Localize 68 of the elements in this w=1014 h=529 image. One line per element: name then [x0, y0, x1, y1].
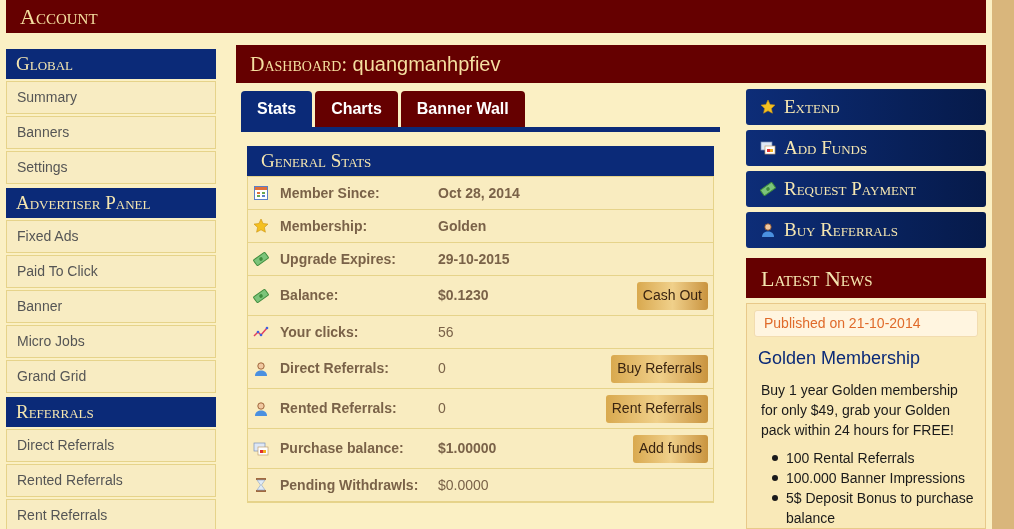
stat-value: 29-10-2015 [438, 249, 510, 269]
stat-label: Pending Withdrawls: [280, 475, 420, 495]
star-icon [760, 99, 776, 115]
sidebar-item[interactable]: Direct Referrals [6, 429, 216, 462]
side-action-button[interactable]: Request Payment [746, 171, 986, 207]
page-title: Account [20, 3, 98, 31]
sidebar-item[interactable]: Banners [6, 116, 216, 149]
news-headline: Golden Membership [757, 347, 922, 370]
sidebar-item[interactable]: Summary [6, 81, 216, 114]
news-heading: Latest News [746, 258, 986, 298]
hourglass-icon [253, 477, 269, 493]
money-icon [760, 181, 776, 197]
sidebar-item[interactable]: Settings [6, 151, 216, 184]
action-button[interactable]: Cash Out [636, 281, 708, 310]
sidebar-item[interactable]: Fixed Ads [6, 220, 216, 253]
tab[interactable]: Charts [315, 91, 398, 127]
action-button[interactable]: Rent Referrals [605, 394, 708, 423]
stat-value: Golden [438, 216, 487, 236]
person-icon [253, 400, 269, 417]
stat-value: Oct 28, 2014 [438, 183, 520, 203]
stat-value: 0 [438, 359, 446, 378]
sidebar-item[interactable]: Paid To Click [6, 255, 216, 288]
sidebar-heading: Referrals [6, 397, 216, 427]
money-icon [253, 251, 269, 267]
news-bullet: 100 Rental Referrals [786, 449, 915, 468]
stat-label: Direct Referrals: [280, 359, 390, 378]
side-action-button[interactable]: Buy Referrals [746, 212, 986, 248]
stat-label: Purchase balance: [280, 439, 405, 458]
tab[interactable]: Banner Wall [400, 91, 525, 127]
side-action-button[interactable]: Extend [746, 89, 986, 125]
stat-label: Upgrade Expires: [280, 249, 397, 269]
side-action-button[interactable]: Add Funds [746, 130, 986, 166]
bullet-icon [772, 495, 778, 501]
cards-icon [253, 440, 269, 457]
news-bullet: 5$ Deposit Bonus to purchase balance [786, 489, 975, 528]
sidebar-heading: Global [6, 49, 216, 79]
action-button[interactable]: Buy Referrals [611, 354, 708, 383]
person-icon [760, 222, 776, 238]
calendar-icon [253, 185, 269, 201]
action-button[interactable]: Add funds [632, 434, 708, 463]
stat-value: 0 [438, 399, 446, 418]
star-icon [253, 218, 269, 234]
stat-value: $0.0000 [438, 475, 489, 495]
publish-date: Published on 21-10-2014 [754, 310, 978, 337]
money-icon [253, 287, 269, 304]
tab[interactable]: Stats [241, 91, 313, 127]
news-bullet: 100.000 Banner Impressions [786, 469, 965, 488]
person-icon [253, 360, 269, 377]
stat-value: 56 [438, 322, 454, 342]
bullet-icon [772, 475, 778, 481]
dashboard-title: Dashboard: quangmanhpfiev [250, 52, 501, 77]
news-text: Buy 1 year Golden membership for only $49, grab your Golden pack within 24 hours for FREE! [760, 381, 959, 440]
section-heading: General Stats [247, 146, 714, 176]
sidebar-item[interactable]: Micro Jobs [6, 325, 216, 358]
stat-value: $1.00000 [438, 439, 497, 458]
stat-value: $0.1230 [438, 286, 489, 305]
stat-label: Membership: [280, 216, 369, 236]
sidebar-item[interactable]: Banner [6, 290, 216, 323]
sidebar-heading: Advertiser Panel [6, 188, 216, 218]
cards-icon [760, 140, 776, 156]
sidebar-item[interactable]: Rent Referrals [6, 499, 216, 529]
sidebar-item[interactable]: Grand Grid [6, 360, 216, 393]
sidebar-item[interactable]: Rented Referrals [6, 464, 216, 497]
stat-label: Your clicks: [280, 322, 360, 342]
stat-label: Rented Referrals: [280, 399, 398, 418]
stat-label: Member Since: [280, 183, 381, 203]
stat-label: Balance: [280, 286, 340, 305]
bullet-icon [772, 455, 778, 461]
